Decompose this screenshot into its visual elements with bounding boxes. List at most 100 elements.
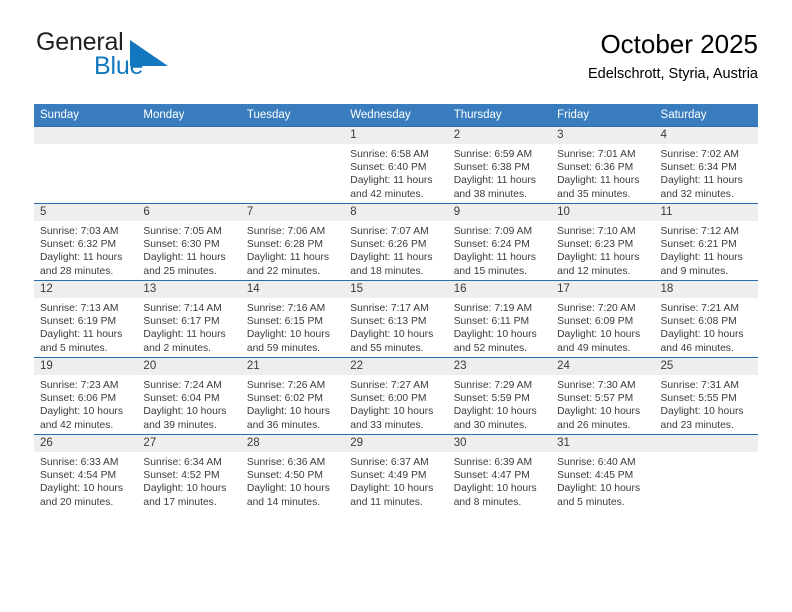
day-details: Sunrise: 6:36 AM Sunset: 4:50 PM Daylight:…: [241, 452, 344, 509]
day-details: Sunrise: 7:26 AM Sunset: 6:02 PM Daylight:…: [241, 375, 344, 432]
day-number: 8: [344, 204, 448, 221]
day-cell-27[interactable]: 27 Sunrise: 6:34 AM Sunset: 4:52 PM Dayligh…: [137, 434, 241, 511]
day-cell-empty: [137, 126, 241, 204]
sunrise-text: Sunrise: 7:13 AM: [40, 303, 119, 314]
sunset-text: Sunset: 4:50 PM: [246, 470, 323, 482]
daylight-text-3: and 9 minutes.: [660, 265, 729, 277]
title-block: October 2025 Edelschrott, Styria, Austri…: [588, 28, 758, 84]
day-number: 11: [654, 204, 758, 221]
day-cell-31[interactable]: 31 Sunrise: 6:40 AM Sunset: 4:45 PM Dayligh…: [551, 434, 655, 511]
day-cell-15[interactable]: 15 Sunrise: 7:17 AM Sunset: 6:13 PM Dayligh…: [344, 280, 448, 358]
daylight-text-3: and 20 minutes.: [40, 496, 114, 508]
sunset-text: Sunset: 6:38 PM: [453, 162, 530, 174]
weekday-header-thursday: Thursday: [447, 104, 552, 127]
day-cell-11[interactable]: 11 Sunrise: 7:12 AM Sunset: 6:21 PM Dayligh…: [654, 203, 758, 281]
day-cell-17[interactable]: 17 Sunrise: 7:20 AM Sunset: 6:09 PM Dayligh…: [551, 280, 655, 358]
day-cell-8[interactable]: 8 Sunrise: 7:07 AM Sunset: 6:26 PM Daylight…: [344, 203, 448, 281]
sunrise-text: Sunrise: 7:20 AM: [557, 303, 636, 314]
sunrise-text: Sunrise: 7:27 AM: [350, 380, 429, 391]
sunset-text: Sunset: 6:06 PM: [40, 393, 117, 405]
day-cell-7[interactable]: 7 Sunrise: 7:06 AM Sunset: 6:28 PM Daylight…: [240, 203, 345, 281]
sunrise-text: Sunrise: 7:14 AM: [143, 303, 222, 314]
sunrise-text: Sunrise: 6:34 AM: [143, 457, 222, 468]
day-details: Sunrise: 7:05 AM Sunset: 6:30 PM Daylight:…: [137, 221, 240, 278]
day-details: [137, 144, 240, 148]
day-cell-12[interactable]: 12 Sunrise: 7:13 AM Sunset: 6:19 PM Dayligh…: [34, 280, 138, 358]
day-cell-24[interactable]: 24 Sunrise: 7:30 AM Sunset: 5:57 PM Dayligh…: [551, 357, 655, 435]
sunrise-text: Sunrise: 6:58 AM: [350, 149, 429, 160]
daylight-text-3: and 11 minutes.: [350, 496, 423, 508]
day-cell-3[interactable]: 3 Sunrise: 7:01 AM Sunset: 6:36 PM Daylight…: [551, 126, 655, 204]
day-details: Sunrise: 7:20 AM Sunset: 6:09 PM Daylight:…: [551, 298, 654, 355]
sunset-text: Sunset: 6:30 PM: [143, 239, 220, 251]
day-cell-9[interactable]: 9 Sunrise: 7:09 AM Sunset: 6:24 PM Daylight…: [447, 203, 552, 281]
calendar-week-row: 1 Sunrise: 6:58 AM Sunset: 6:40 PM Daylight…: [34, 126, 758, 204]
day-number: 7: [240, 204, 345, 221]
weekday-header-wednesday: Wednesday: [344, 104, 448, 127]
day-cell-10[interactable]: 10 Sunrise: 7:10 AM Sunset: 6:23 PM Dayligh…: [551, 203, 655, 281]
daylight-text-2: Daylight: 10 hours: [246, 483, 330, 495]
day-cell-21[interactable]: 21 Sunrise: 7:26 AM Sunset: 6:02 PM Dayligh…: [240, 357, 345, 435]
general-blue-logo[interactable]: General Blue: [34, 28, 234, 86]
sunrise-text: Sunrise: 7:12 AM: [660, 226, 739, 237]
sunrise-text: Sunrise: 7:17 AM: [350, 303, 429, 314]
day-cell-5[interactable]: 5 Sunrise: 7:03 AM Sunset: 6:32 PM Daylight…: [34, 203, 138, 281]
day-number: 29: [344, 435, 448, 452]
weekday-header-row: Sunday Monday Tuesday Wednesday Thursday Frid…: [34, 104, 758, 127]
day-cell-14[interactable]: 14 Sunrise: 7:16 AM Sunset: 6:15 PM Dayligh…: [240, 280, 345, 358]
daylight-text-2: Daylight: 11 hours: [350, 175, 433, 187]
day-number: 10: [551, 204, 655, 221]
day-details: Sunrise: 6:40 AM Sunset: 4:45 PM Daylight:…: [551, 452, 654, 509]
day-number: 21: [240, 358, 345, 375]
day-details: Sunrise: 6:58 AM Sunset: 6:40 PM Daylight:…: [344, 144, 447, 201]
day-cell-empty: [654, 434, 758, 511]
day-details: Sunrise: 7:19 AM Sunset: 6:11 PM Daylight:…: [448, 298, 551, 355]
daylight-text-2: Daylight: 10 hours: [350, 483, 434, 495]
sunset-text: Sunset: 6:08 PM: [660, 316, 737, 328]
weekday-header-sunday: Sunday: [34, 104, 138, 127]
logo-text-blue: Blue: [94, 52, 144, 80]
daylight-text-2: Daylight: 11 hours: [557, 252, 640, 264]
day-details: [34, 144, 137, 148]
day-cell-28[interactable]: 28 Sunrise: 6:36 AM Sunset: 4:50 PM Dayligh…: [240, 434, 345, 511]
daylight-text-2: Daylight: 10 hours: [143, 483, 227, 495]
day-cell-20[interactable]: 20 Sunrise: 7:24 AM Sunset: 6:04 PM Dayligh…: [137, 357, 241, 435]
day-cell-23[interactable]: 23 Sunrise: 7:29 AM Sunset: 5:59 PM Dayligh…: [447, 357, 552, 435]
sunrise-text: Sunrise: 7:19 AM: [453, 303, 533, 314]
day-cell-25[interactable]: 25 Sunrise: 7:31 AM Sunset: 5:55 PM Dayligh…: [654, 357, 758, 435]
sunset-text: Sunset: 5:55 PM: [660, 393, 737, 405]
daylight-text-3: and 52 minutes.: [453, 342, 527, 354]
day-cell-26[interactable]: 26 Sunrise: 6:33 AM Sunset: 4:54 PM Dayligh…: [34, 434, 138, 511]
daylight-text-3: and 5 minutes.: [40, 342, 108, 354]
day-cell-4[interactable]: 4 Sunrise: 7:02 AM Sunset: 6:34 PM Daylight…: [654, 126, 758, 204]
daylight-text-2: Daylight: 10 hours: [40, 406, 123, 418]
day-cell-18[interactable]: 18 Sunrise: 7:21 AM Sunset: 6:08 PM Dayligh…: [654, 280, 758, 358]
sunset-text: Sunset: 6:34 PM: [660, 162, 737, 174]
day-cell-16[interactable]: 16 Sunrise: 7:19 AM Sunset: 6:11 PM Dayligh…: [447, 280, 552, 358]
day-cell-22[interactable]: 22 Sunrise: 7:27 AM Sunset: 6:00 PM Dayligh…: [344, 357, 448, 435]
day-number: 13: [137, 281, 241, 298]
day-details: Sunrise: 7:14 AM Sunset: 6:17 PM Daylight:…: [137, 298, 240, 355]
sunrise-text: Sunrise: 7:31 AM: [660, 380, 739, 391]
daylight-text-3: and 42 minutes.: [40, 419, 114, 431]
day-number: 4: [654, 127, 758, 144]
day-details: Sunrise: 7:16 AM Sunset: 6:15 PM Daylight:…: [241, 298, 344, 355]
day-cell-29[interactable]: 29 Sunrise: 6:37 AM Sunset: 4:49 PM Dayligh…: [344, 434, 448, 511]
daylight-text-2: Daylight: 11 hours: [660, 175, 743, 187]
day-number: [240, 127, 345, 144]
sunset-text: Sunset: 6:04 PM: [143, 393, 220, 405]
sunrise-sunset-calendar: Sunday Monday Tuesday Wednesday Thursday Frid…: [34, 104, 758, 511]
day-number: 12: [34, 281, 138, 298]
day-details: Sunrise: 7:24 AM Sunset: 6:04 PM Daylight:…: [137, 375, 240, 432]
daylight-text-3: and 36 minutes.: [246, 419, 321, 431]
day-cell-30[interactable]: 30 Sunrise: 6:39 AM Sunset: 4:47 PM Dayligh…: [447, 434, 552, 511]
page-title: October 2025: [600, 29, 758, 59]
weekday-header-monday: Monday: [137, 104, 241, 127]
day-cell-13[interactable]: 13 Sunrise: 7:14 AM Sunset: 6:17 PM Dayligh…: [137, 280, 241, 358]
day-cell-6[interactable]: 6 Sunrise: 7:05 AM Sunset: 6:30 PM Daylight…: [137, 203, 241, 281]
day-cell-19[interactable]: 19 Sunrise: 7:23 AM Sunset: 6:06 PM Dayligh…: [34, 357, 138, 435]
day-cell-1[interactable]: 1 Sunrise: 6:58 AM Sunset: 6:40 PM Daylight…: [344, 126, 448, 204]
day-cell-2[interactable]: 2 Sunrise: 6:59 AM Sunset: 6:38 PM Daylight…: [447, 126, 552, 204]
sunrise-text: Sunrise: 7:16 AM: [246, 303, 326, 314]
day-details: Sunrise: 7:21 AM Sunset: 6:08 PM Daylight:…: [655, 298, 758, 355]
